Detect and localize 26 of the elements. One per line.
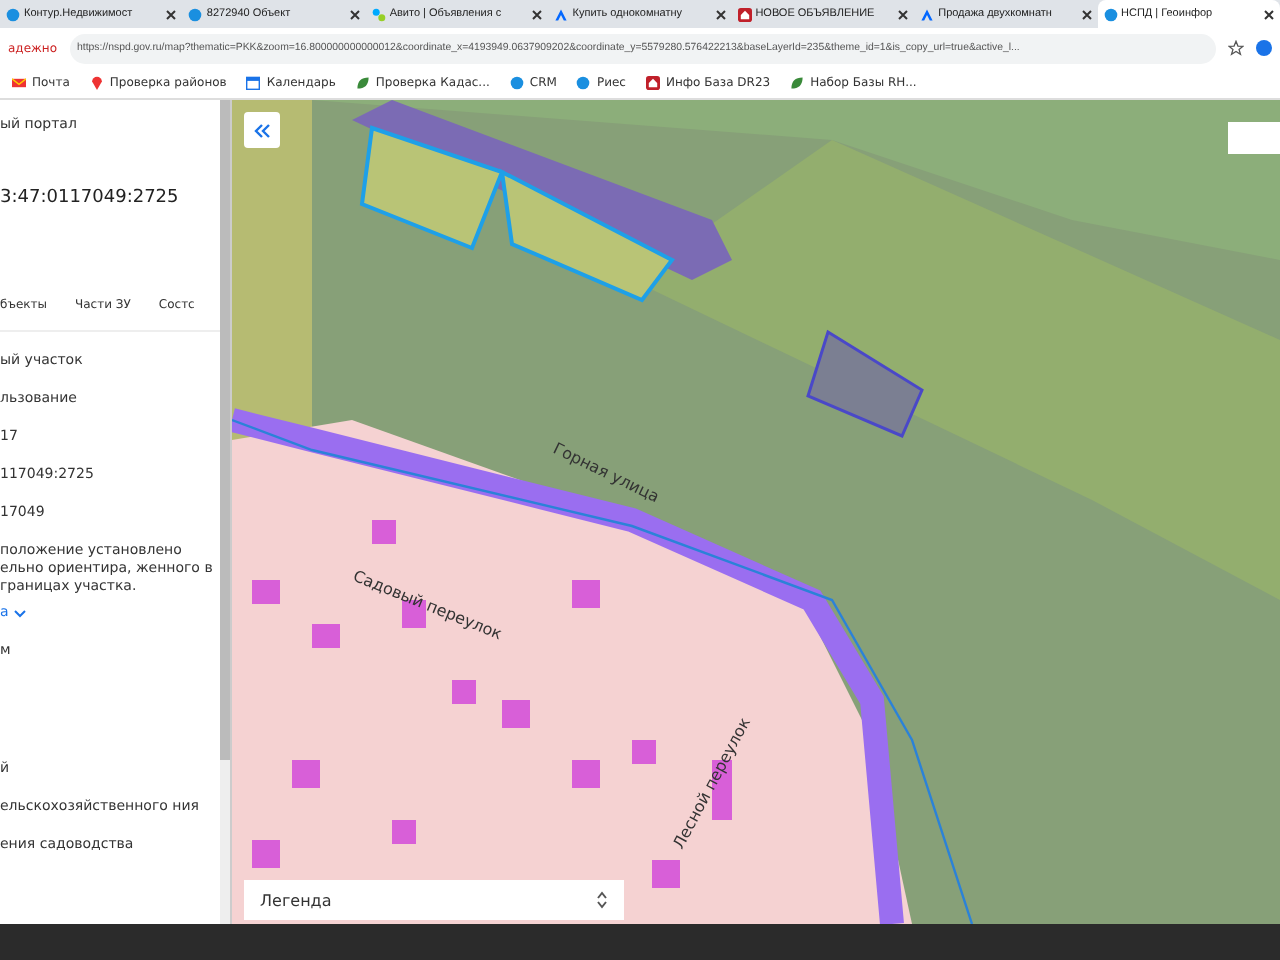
close-icon[interactable] <box>715 9 726 19</box>
leaf-icon <box>790 76 805 90</box>
chevron-down-icon[interactable] <box>14 609 27 617</box>
house-icon <box>737 7 752 21</box>
bookmark-star-icon[interactable] <box>1228 40 1244 56</box>
chevron-logo-icon <box>920 7 935 21</box>
profile-icon[interactable] <box>1256 40 1272 56</box>
scrollbar[interactable] <box>220 100 230 760</box>
close-icon[interactable] <box>532 9 543 19</box>
pin-icon <box>89 76 104 90</box>
leaf-icon <box>355 76 370 90</box>
cadastral-number: 3:47:0117049:2725 <box>0 188 181 212</box>
close-icon[interactable] <box>1081 9 1092 19</box>
close-icon[interactable] <box>166 9 177 19</box>
close-icon[interactable] <box>898 9 909 19</box>
legend-dropdown[interactable]: Легенда <box>244 880 624 920</box>
close-icon[interactable] <box>349 9 360 19</box>
close-icon[interactable] <box>1263 9 1274 19</box>
mail-icon <box>12 76 26 90</box>
double-chevron-left-icon <box>254 123 270 137</box>
chevron-logo-icon <box>554 7 569 21</box>
up-down-caret-icon <box>596 890 608 910</box>
house-icon <box>645 76 660 90</box>
collapse-panel-button[interactable] <box>244 112 280 148</box>
dots-icon <box>371 7 386 21</box>
calendar-icon <box>246 76 261 90</box>
